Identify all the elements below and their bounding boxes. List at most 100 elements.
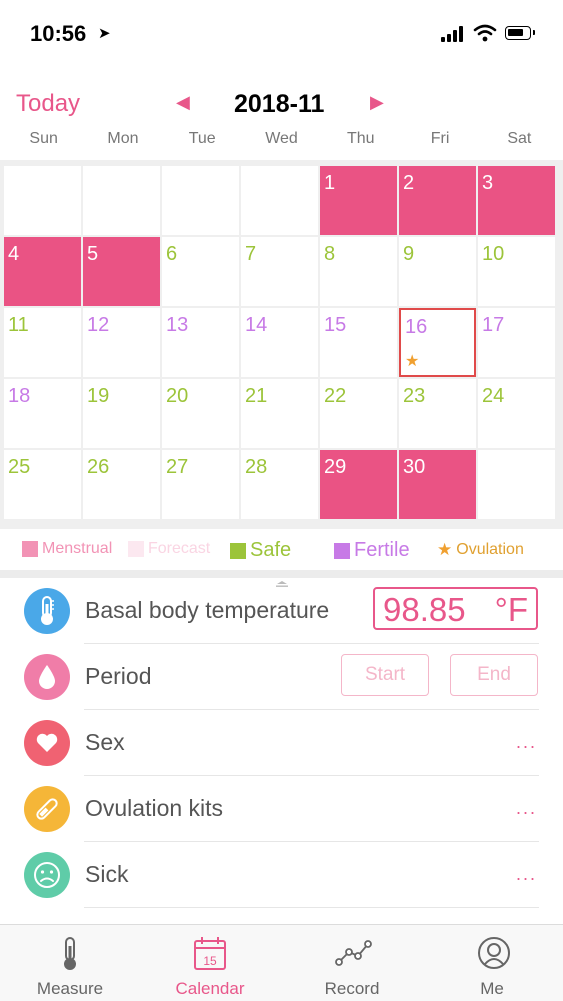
calendar-day[interactable]: 2	[399, 166, 476, 235]
calendar-day[interactable]: 20	[162, 379, 239, 448]
calendar-day[interactable]: 30	[399, 450, 476, 519]
triangle-left-icon: ◀	[176, 92, 190, 112]
star-icon: ★	[405, 353, 420, 370]
day-number: 25	[8, 456, 31, 478]
calendar-day[interactable]: 15	[320, 308, 397, 377]
tab-record[interactable]: Record	[282, 925, 422, 1001]
row-divider	[84, 907, 539, 908]
calendar-day[interactable]: 6	[162, 237, 239, 306]
calendar-day[interactable]: 23	[399, 379, 476, 448]
calendar-day[interactable]: 26	[83, 450, 160, 519]
calendar-grid: 1 2 3 4 5 6 7 8 9 10 11 12 13 14 15 16 ★ 17 18 19 20 21 22 23 24…	[4, 166, 561, 519]
legend-forecast: Forecast	[128, 540, 210, 558]
weekday-header: Sun Mon Tue Wed Thu Fri Sat	[4, 130, 559, 154]
calendar-day[interactable]: 27	[162, 450, 239, 519]
tab-measure-label: Measure	[36, 979, 104, 998]
graph-nodes-icon	[335, 940, 372, 966]
ovulation-kits-more-button[interactable]: ...	[516, 798, 537, 819]
day-number: 10	[482, 243, 505, 265]
legend-fertile: Fertile	[334, 539, 410, 562]
calendar-day[interactable]: 3	[478, 166, 555, 235]
calendar-day[interactable]: 10	[478, 237, 555, 306]
panel-divider	[0, 570, 563, 578]
calendar-grid-area: 1 2 3 4 5 6 7 8 9 10 11 12 13 14 15 16 ★ 17 18 19 20 21 22 23 24…	[0, 160, 563, 529]
temperature-unit: °F	[494, 591, 528, 628]
calendar-day[interactable]: 29	[320, 450, 397, 519]
thermometer-icon	[64, 937, 76, 970]
calendar-day[interactable]: 16 ★	[399, 308, 476, 377]
tab-measure[interactable]: Measure	[0, 925, 140, 1001]
calendar-day[interactable]: 14	[241, 308, 318, 377]
period-start-button[interactable]: Start	[341, 654, 429, 696]
sex-more-button[interactable]: ...	[516, 732, 537, 753]
tab-me-label: Me	[480, 979, 504, 998]
calendar-day[interactable]: 1	[320, 166, 397, 235]
day-number: 24	[482, 385, 505, 407]
calendar-empty-cell	[478, 450, 555, 519]
day-number: 8	[324, 243, 336, 265]
day-number: 2	[403, 172, 415, 194]
calendar-day[interactable]: 7	[241, 237, 318, 306]
calendar-day[interactable]: 21	[241, 379, 318, 448]
period-end-button[interactable]: End	[450, 654, 538, 696]
calendar-day[interactable]: 19	[83, 379, 160, 448]
day-number: 22	[324, 385, 347, 407]
day-number: 19	[87, 385, 110, 407]
triangle-right-icon: ▶	[370, 92, 384, 112]
legend-menstrual: Menstrual	[22, 540, 112, 558]
record-sex[interactable]: Sex ...	[0, 710, 563, 776]
day-number: 11	[8, 314, 29, 336]
calendar-empty-cell	[4, 166, 81, 235]
calendar-empty-cell	[162, 166, 239, 235]
day-number: 5	[87, 243, 99, 265]
record-sick[interactable]: Sick ...	[0, 842, 563, 908]
tab-record-label: Record	[324, 979, 380, 998]
weekday-label: Sun	[29, 130, 58, 147]
day-number: 1	[324, 172, 336, 194]
test-strip-icon	[24, 786, 70, 832]
calendar-day[interactable]: 11	[4, 308, 81, 377]
calendar-header: Today ◀ 2018-11 ▶	[0, 82, 563, 126]
calendar-day[interactable]: 8	[320, 237, 397, 306]
legend-fertile-label: Fertile	[354, 539, 410, 561]
calendar-day[interactable]: 13	[162, 308, 239, 377]
calendar-day[interactable]: 18	[4, 379, 81, 448]
next-month-button[interactable]: ▶	[370, 92, 384, 113]
calendar-day[interactable]: 12	[83, 308, 160, 377]
day-number: 21	[245, 385, 268, 407]
calendar-day[interactable]: 9	[399, 237, 476, 306]
calendar-icon: 15	[194, 937, 226, 970]
star-icon: ★	[437, 540, 453, 559]
heart-icon	[24, 720, 70, 766]
calendar-day[interactable]: 17	[478, 308, 555, 377]
calendar-empty-cell	[241, 166, 318, 235]
weekday-label: Sat	[507, 130, 532, 147]
calendar-day[interactable]: 28	[241, 450, 318, 519]
record-ovulation-kits[interactable]: Ovulation kits ...	[0, 776, 563, 842]
temperature-input[interactable]: 98.85 °F	[373, 587, 538, 630]
today-button[interactable]: Today	[16, 90, 80, 118]
legend-ovulation-label: Ovulation	[456, 541, 524, 558]
record-temperature[interactable]: Basal body temperature 98.85 °F	[0, 578, 563, 644]
status-time: 10:56	[30, 21, 87, 46]
droplet-icon	[24, 654, 70, 700]
period-label: Period	[85, 663, 152, 689]
calendar-day[interactable]: 5	[83, 237, 160, 306]
day-number: 28	[245, 456, 268, 478]
weekday-label: Wed	[265, 130, 298, 147]
legend-safe-label: Safe	[250, 539, 292, 561]
prev-month-button[interactable]: ◀	[176, 92, 190, 113]
tab-me[interactable]: Me	[422, 925, 562, 1001]
calendar-day[interactable]: 25	[4, 450, 81, 519]
tab-calendar[interactable]: 15 Calendar	[140, 925, 280, 1001]
calendar-day[interactable]: 22	[320, 379, 397, 448]
calendar-day[interactable]: 24	[478, 379, 555, 448]
calendar-day[interactable]: 4	[4, 237, 81, 306]
sick-more-button[interactable]: ...	[516, 864, 537, 885]
day-number: 30	[403, 456, 426, 478]
location-arrow-icon: ➤	[98, 25, 111, 42]
status-bar: 10:56 ➤	[0, 0, 563, 70]
tab-calendar-label: Calendar	[175, 979, 245, 998]
cellular-signal-icon	[441, 26, 465, 42]
legend: Menstrual Forecast Safe Fertile ★ Ovulati…	[0, 532, 563, 572]
